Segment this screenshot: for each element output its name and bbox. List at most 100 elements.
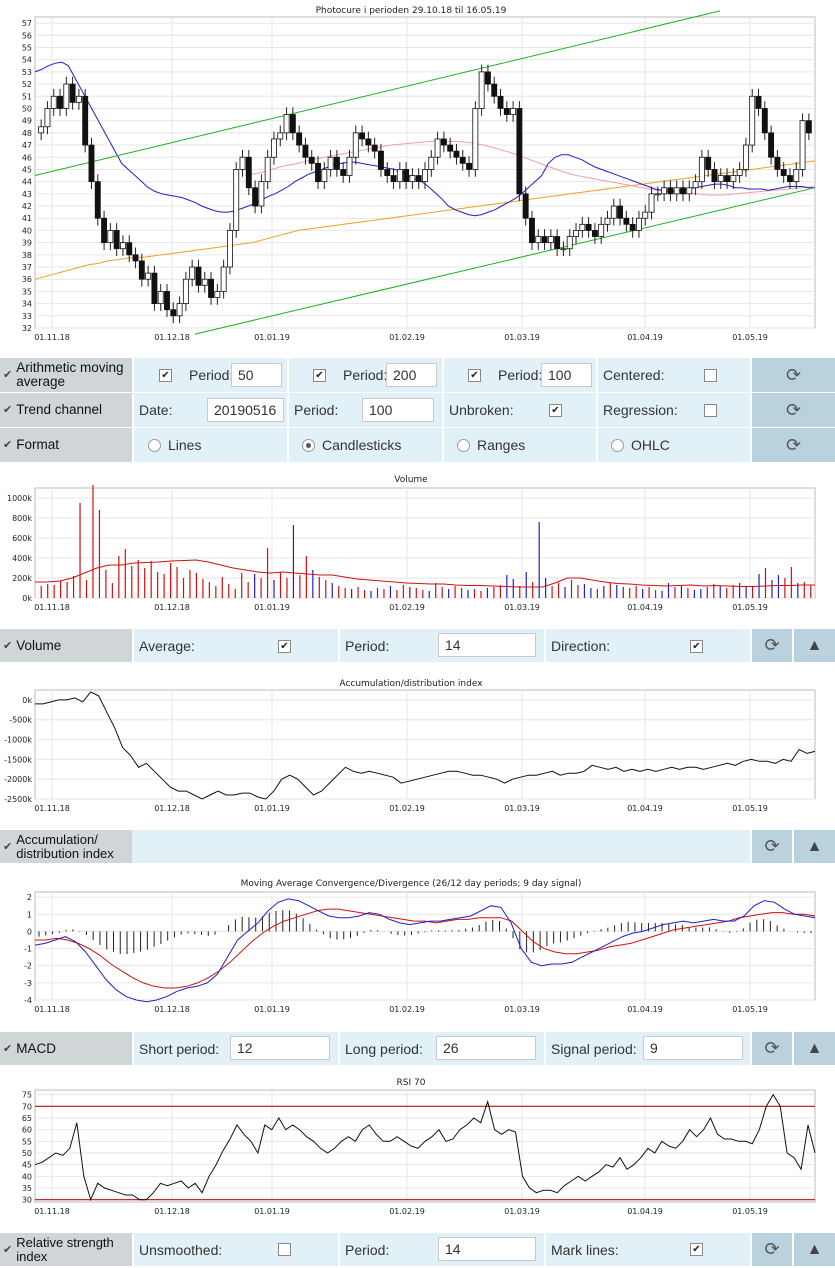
rsi-x-tick-label: 01.12.18: [154, 1207, 190, 1216]
rsi-y-tick-label: 50: [22, 1149, 32, 1158]
ad-controls: ✔ Accumulation/ distribution index ⟳ ▲: [0, 830, 835, 863]
candle-body: [208, 278, 214, 298]
macd-signal-input[interactable]: 9: [643, 1036, 743, 1060]
trend-refresh-button[interactable]: ⟳: [750, 393, 835, 427]
rsi-refresh-button[interactable]: ⟳: [750, 1233, 792, 1266]
format-refresh-button[interactable]: ⟳: [750, 428, 835, 462]
price-y-tick-label: 55: [22, 43, 32, 52]
price-y-tick-label: 48: [22, 129, 32, 138]
candle-body: [529, 217, 535, 244]
moving-average-label[interactable]: ✔ Arithmetic moving average: [0, 358, 132, 392]
candle-body: [453, 150, 460, 158]
candle-body: [378, 150, 384, 170]
macd-long-input[interactable]: 26: [436, 1036, 536, 1060]
price-chart-title: Photocure i perioden 29.10.18 til 16.05.…: [316, 6, 507, 16]
macd-short-label: Short period:: [139, 1040, 220, 1057]
volume-move-up-button[interactable]: ▲: [792, 629, 835, 662]
candle-body: [610, 205, 617, 219]
volume-average-checkbox[interactable]: ✔: [278, 640, 291, 653]
candle-body: [101, 217, 108, 244]
volume-y-tick-label: 1000k: [7, 494, 32, 503]
volume-x-tick-label: 01.11.18: [34, 603, 70, 612]
ma-200-checkbox[interactable]: ✔: [313, 369, 326, 382]
ad-y-tick-label: -1500k: [4, 755, 32, 764]
ad-plot-area: [34, 689, 816, 800]
ma-100-checkbox[interactable]: ✔: [468, 369, 481, 382]
macd-x-tick-label: 01.01.19: [254, 1005, 290, 1014]
price-y-tick-label: 37: [22, 263, 32, 272]
ma-50-checkbox[interactable]: ✔: [159, 369, 172, 382]
rsi-period-label: Period:: [345, 1241, 390, 1258]
candle-body: [138, 260, 145, 280]
trend-date-input[interactable]: 20190516: [207, 398, 284, 422]
volume-x-tick-label: 01.05.19: [732, 603, 768, 612]
candle-body: [466, 162, 472, 170]
trend-unbroken-cell: Unbroken: ✔: [442, 393, 596, 427]
format-label[interactable]: ✔ Format: [0, 428, 132, 462]
macd-signal-cell: Signal period: 9: [544, 1032, 750, 1065]
trend-channel-controls: ✔ Trend channel Date: 20190516 Period: 10…: [0, 393, 835, 427]
macd-move-up-button[interactable]: ▲: [792, 1032, 835, 1065]
ma-period-3-input[interactable]: 100: [541, 363, 592, 387]
ma-period-2-input[interactable]: 200: [386, 363, 437, 387]
candle-body: [365, 138, 372, 146]
trend-regression-checkbox[interactable]: [704, 404, 717, 417]
macd-refresh-button[interactable]: ⟳: [750, 1032, 792, 1065]
volume-direction-label: Direction:: [551, 637, 611, 654]
format-ranges-radio[interactable]: [457, 439, 470, 452]
volume-average-label: Average:: [139, 637, 195, 654]
ad-x-tick-label: 01.03.19: [504, 804, 540, 813]
price-x-tick-label: 01.02.19: [389, 333, 425, 342]
rsi-marklines-checkbox[interactable]: ✔: [690, 1243, 703, 1256]
format-candlesticks-radio[interactable]: [302, 439, 315, 452]
candle-body: [472, 108, 479, 170]
candle-body: [233, 169, 240, 231]
volume-label[interactable]: ✔ Volume: [0, 629, 132, 662]
macd-y-tick-label: -2: [24, 962, 32, 971]
candle-body: [252, 187, 259, 207]
refresh-icon: ⟳: [785, 364, 802, 385]
refresh-icon: ⟳: [785, 399, 802, 420]
ad-move-up-button[interactable]: ▲: [792, 830, 835, 863]
rsi-controls: ✔ Relative strength index Unsmoothed: Per…: [0, 1233, 835, 1266]
candle-body: [271, 138, 277, 158]
macd-label[interactable]: ✔ MACD: [0, 1032, 132, 1065]
ad-refresh-button[interactable]: ⟳: [750, 830, 792, 863]
ma-period-1-input[interactable]: 50: [231, 363, 282, 387]
ma-refresh-button[interactable]: ⟳: [750, 358, 835, 392]
price-x-tick-label: 01.11.18: [34, 333, 70, 342]
candle-body: [522, 193, 529, 219]
candle-body: [258, 181, 265, 207]
trend-channel-label[interactable]: ✔ Trend channel: [0, 393, 132, 427]
candle-body: [793, 169, 800, 183]
trend-period-input[interactable]: 100: [362, 398, 434, 422]
candle-body: [428, 156, 435, 170]
volume-chart: Volume 0k 200k 400k 600k 800k 1000k 01.11.18 01…: [7, 475, 816, 612]
rsi-period-input[interactable]: 14: [438, 1237, 536, 1261]
candle-body: [182, 278, 189, 305]
format-lines-radio[interactable]: [148, 439, 161, 452]
refresh-icon: ⟳: [764, 1239, 780, 1259]
price-y-tick-label: 56: [22, 31, 32, 40]
price-chart-panel: Photocure i perioden 29.10.18 til 16.05.…: [0, 0, 835, 345]
trend-unbroken-checkbox[interactable]: ✔: [549, 404, 562, 417]
ad-x-tick-label: 01.01.19: [254, 804, 290, 813]
rsi-unsmoothed-checkbox[interactable]: [278, 1243, 291, 1256]
format-ohlc-radio[interactable]: [611, 439, 624, 452]
ad-label[interactable]: ✔ Accumulation/ distribution index: [0, 830, 132, 863]
arrow-up-icon: ▲: [806, 1240, 823, 1258]
rsi-x-tick-label: 01.02.19: [389, 1207, 425, 1216]
price-y-tick-label: 50: [22, 104, 32, 113]
price-y-tick-label: 35: [22, 287, 32, 296]
volume-period-input[interactable]: 14: [438, 633, 536, 657]
rsi-label[interactable]: ✔ Relative strength index: [0, 1233, 132, 1266]
macd-signal-label: Signal period:: [551, 1040, 637, 1057]
volume-refresh-button[interactable]: ⟳: [750, 629, 792, 662]
ma-centered-checkbox[interactable]: [704, 369, 717, 382]
rsi-move-up-button[interactable]: ▲: [792, 1233, 835, 1266]
macd-short-input[interactable]: 12: [230, 1036, 330, 1060]
candle-body: [667, 187, 674, 195]
volume-direction-checkbox[interactable]: ✔: [690, 640, 703, 653]
candle-body: [692, 181, 699, 189]
macd-x-tick-label: 01.12.18: [154, 1005, 190, 1014]
